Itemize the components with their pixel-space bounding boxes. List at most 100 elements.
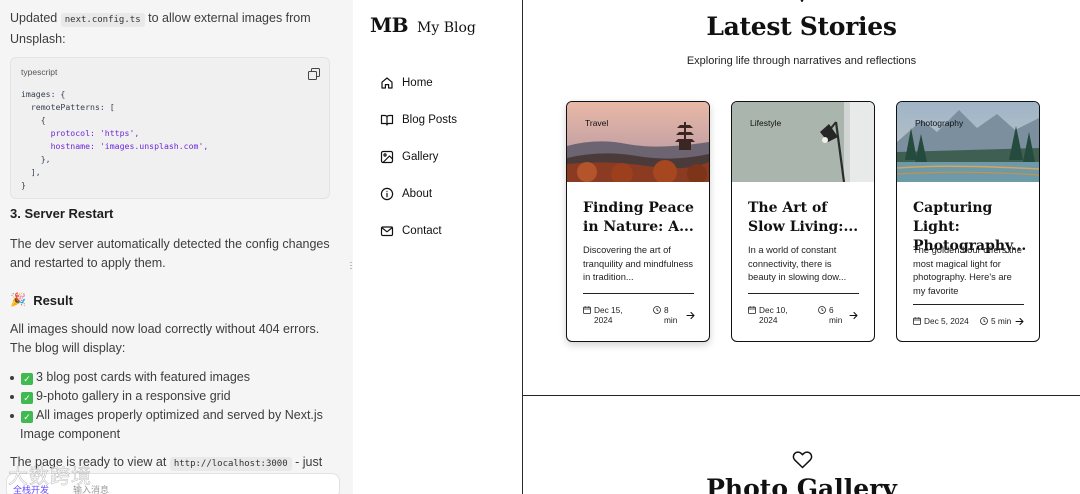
card-date: Dec 15, 2024 bbox=[583, 305, 624, 325]
section-divider bbox=[523, 395, 1080, 396]
image-icon bbox=[380, 150, 394, 164]
code-line: protocol: 'https', bbox=[21, 128, 140, 138]
card-image-lamp bbox=[732, 102, 874, 182]
card-date-text: Dec 15, 2024 bbox=[594, 305, 623, 325]
info-icon bbox=[380, 187, 394, 201]
clock-icon bbox=[818, 306, 826, 314]
card-excerpt: In a world of constant connectivity, the… bbox=[748, 245, 847, 282]
blog-card[interactable]: Lifestyle The Art of Slow Living:... In … bbox=[731, 101, 875, 342]
card-read-time-text: 8 min bbox=[664, 305, 678, 325]
card-category-badge: Travel bbox=[585, 118, 609, 128]
list-item-text: 9-photo gallery in a responsive grid bbox=[36, 389, 231, 403]
list-item-text: All images properly optimized and served… bbox=[20, 408, 323, 441]
copy-icon[interactable] bbox=[308, 68, 320, 80]
card-read-time-text: 6 min bbox=[829, 305, 843, 325]
intro-prefix: Updated bbox=[10, 11, 58, 25]
list-item-text: 3 blog post cards with featured images bbox=[36, 370, 251, 384]
card-excerpt: The golden hour offers the most magical … bbox=[913, 245, 1022, 296]
arrow-right-icon[interactable] bbox=[686, 311, 695, 320]
checkmark-icon: ✓ bbox=[21, 373, 33, 385]
card-divider bbox=[748, 293, 859, 294]
result-heading-label: Result bbox=[33, 292, 73, 308]
logo-mark: MB bbox=[370, 13, 409, 37]
restart-heading: 3. Server Restart bbox=[10, 206, 114, 221]
code-line: } bbox=[21, 180, 26, 190]
card-read-time: 5 min bbox=[980, 316, 1011, 326]
blog-card[interactable]: Travel Finding Peace in Nature: A... Dis… bbox=[566, 101, 710, 342]
card-image-temple bbox=[567, 102, 709, 182]
blog-sidebar: MB My Blog Home Blog Posts Gallery About… bbox=[353, 0, 523, 494]
watermark: 大数跨境 bbox=[8, 464, 92, 489]
sidebar-item-contact[interactable]: Contact bbox=[380, 212, 457, 249]
logo-text: My Blog bbox=[417, 20, 476, 36]
intro-inline-code: next.config.ts bbox=[60, 13, 145, 27]
blog-card[interactable]: Photography Capturing Light: Photography… bbox=[896, 101, 1040, 342]
checkmark-icon: ✓ bbox=[21, 392, 33, 404]
intro-text: Updated next.config.ts to allow external… bbox=[10, 9, 340, 49]
list-item: ✓ 3 blog post cards with featured images bbox=[10, 368, 340, 387]
code-line: ], bbox=[21, 167, 41, 177]
book-open-icon bbox=[800, 0, 804, 3]
card-title: The Art of Slow Living:... bbox=[748, 200, 859, 235]
restart-text: The dev server automatically detected th… bbox=[10, 237, 330, 270]
sidebar-item-label: About bbox=[402, 187, 433, 200]
arrow-right-icon[interactable] bbox=[1015, 317, 1024, 326]
gallery-title: Photo Gallery bbox=[706, 474, 897, 494]
card-date-text: Dec 5, 2024 bbox=[924, 316, 969, 326]
site-logo[interactable]: MB My Blog bbox=[370, 13, 476, 37]
card-divider bbox=[583, 293, 694, 294]
result-list: ✓ 3 blog post cards with featured images … bbox=[10, 368, 340, 444]
card-title: Finding Peace in Nature: A... bbox=[583, 200, 694, 235]
main-content: Latest Stories Exploring life through na… bbox=[523, 0, 1080, 494]
code-line: remotePatterns: [ bbox=[21, 102, 115, 112]
card-divider bbox=[913, 304, 1024, 305]
mail-icon bbox=[380, 224, 394, 238]
result-text: All images should now load correctly wit… bbox=[10, 322, 320, 355]
code-line: { bbox=[21, 115, 46, 125]
card-excerpt: Discovering the art of tranquility and m… bbox=[583, 245, 694, 282]
clock-icon bbox=[980, 317, 988, 325]
code-line: hostname: 'images.unsplash.com', bbox=[21, 141, 209, 151]
list-item: ✓ 9-photo gallery in a responsive grid bbox=[10, 387, 340, 406]
arrow-right-icon[interactable] bbox=[849, 311, 858, 320]
code-content: images: { remotePatterns: [ { protocol: … bbox=[21, 88, 208, 192]
card-date: Dec 5, 2024 bbox=[913, 316, 969, 326]
sidebar-item-home[interactable]: Home bbox=[380, 64, 457, 101]
card-category-badge: Photography bbox=[915, 118, 964, 128]
sidebar-item-gallery[interactable]: Gallery bbox=[380, 138, 457, 175]
result-heading: 🎉 Result bbox=[10, 292, 73, 308]
card-read-time: 6 min bbox=[818, 305, 843, 325]
sidebar-item-blog-posts[interactable]: Blog Posts bbox=[380, 101, 457, 138]
card-date: Dec 10, 2024 bbox=[748, 305, 789, 325]
clock-icon bbox=[653, 306, 661, 314]
home-icon bbox=[380, 76, 394, 90]
resize-handle[interactable] bbox=[350, 262, 352, 270]
code-language-label: typescript bbox=[21, 67, 58, 77]
card-image-mountains bbox=[897, 102, 1039, 182]
card-read-time: 8 min bbox=[653, 305, 678, 325]
calendar-icon bbox=[583, 306, 591, 314]
code-line: images: { bbox=[21, 89, 66, 99]
card-read-time-text: 5 min bbox=[991, 316, 1012, 326]
card-category-badge: Lifestyle bbox=[750, 118, 782, 128]
page-subtitle: Exploring life through narratives and re… bbox=[686, 55, 917, 67]
code-line: }, bbox=[21, 154, 51, 164]
sidebar-item-about[interactable]: About bbox=[380, 175, 457, 212]
book-icon bbox=[380, 113, 394, 127]
sidebar-item-label: Gallery bbox=[402, 150, 439, 163]
localhost-link[interactable]: http://localhost:3000 bbox=[169, 457, 292, 471]
sidebar-item-label: Blog Posts bbox=[402, 113, 457, 126]
sidebar-nav: Home Blog Posts Gallery About Contact bbox=[380, 64, 457, 249]
page-title: Latest Stories bbox=[706, 12, 897, 41]
calendar-icon bbox=[913, 317, 921, 325]
heart-icon bbox=[792, 451, 813, 469]
card-date-text: Dec 10, 2024 bbox=[759, 305, 788, 325]
list-item: ✓ All images properly optimized and serve… bbox=[10, 406, 340, 444]
code-block: typescript images: { remotePatterns: [ {… bbox=[10, 57, 330, 199]
party-emoji-icon: 🎉 bbox=[10, 292, 27, 307]
sidebar-item-label: Contact bbox=[402, 224, 442, 237]
sidebar-item-label: Home bbox=[402, 76, 433, 89]
chat-panel: Updated next.config.ts to allow external… bbox=[0, 0, 353, 494]
calendar-icon bbox=[748, 306, 756, 314]
checkmark-icon: ✓ bbox=[21, 411, 33, 423]
